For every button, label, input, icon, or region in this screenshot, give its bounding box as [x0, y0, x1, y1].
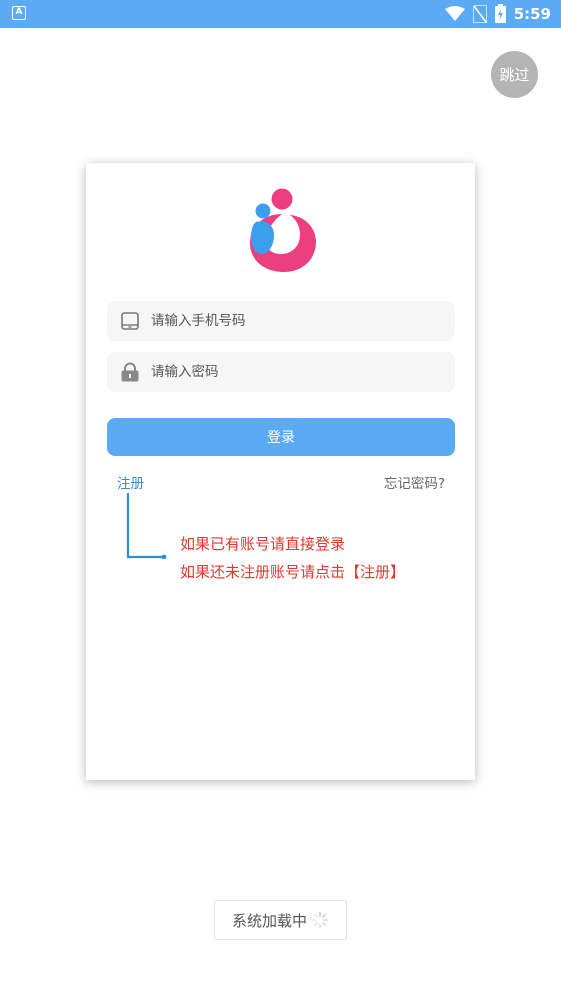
login-button[interactable]: 登录 [107, 418, 455, 456]
status-bar: A 5:59 [0, 0, 561, 28]
hint-text-line-1: 如果已有账号请直接登录 [180, 535, 346, 553]
status-icons: 5:59 [444, 4, 551, 23]
password-field[interactable] [107, 352, 455, 392]
loading-toast: 系统加载中 [214, 900, 347, 940]
phone-input[interactable] [151, 313, 431, 329]
loading-spinner-icon [311, 911, 329, 929]
clock: 5:59 [513, 4, 551, 23]
app-logo-icon [250, 188, 316, 272]
app-notification-icon: A [12, 6, 26, 20]
phone-field[interactable] [107, 301, 455, 341]
phone-icon [119, 310, 141, 332]
no-sim-icon [472, 4, 487, 23]
lock-icon [119, 361, 141, 383]
hint-pointer-line [126, 493, 167, 559]
login-card: 登录 注册 忘记密码? 如果已有账号请直接登录 如果还未注册账号请点击【注册】 [86, 163, 475, 780]
hint-text-line-2: 如果还未注册账号请点击【注册】 [180, 563, 406, 581]
skip-button[interactable]: 跳过 [491, 51, 538, 98]
password-input[interactable] [151, 364, 431, 380]
battery-charging-icon [494, 4, 506, 23]
loading-text: 系统加载中 [231, 911, 307, 930]
register-link[interactable]: 注册 [117, 472, 144, 492]
forgot-password-link[interactable]: 忘记密码? [384, 472, 445, 492]
wifi-icon [444, 5, 465, 21]
